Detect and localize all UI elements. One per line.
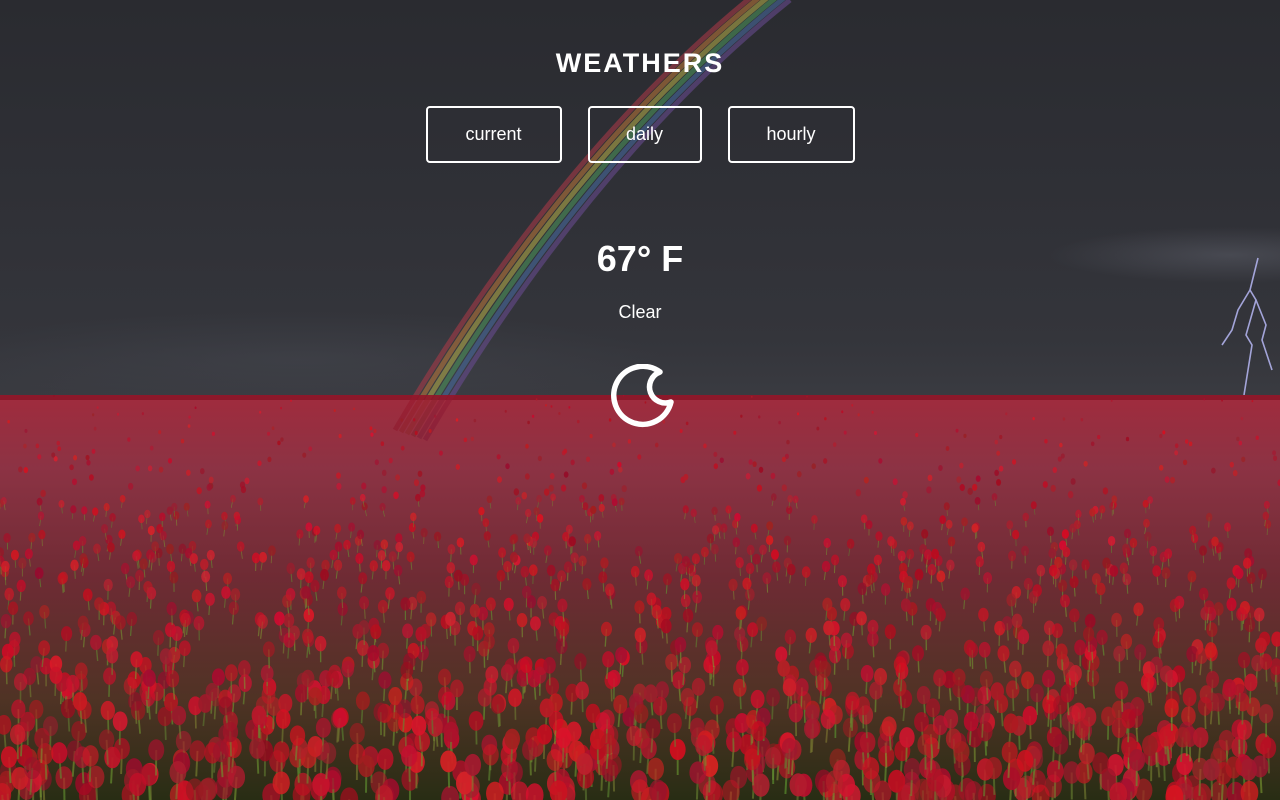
view-tabs: current daily hourly — [0, 106, 1280, 163]
tulip-field-texture — [0, 395, 1280, 800]
app-title: WEATHERS — [555, 48, 725, 78]
tab-current[interactable]: current — [425, 106, 562, 163]
weather-app: WEATHERS current daily hourly 67° F Clea… — [0, 0, 1280, 800]
weather-summary: Clear — [618, 302, 662, 322]
tab-daily[interactable]: daily — [587, 106, 702, 163]
temperature-value: 67° F — [596, 238, 684, 279]
tab-hourly[interactable]: hourly — [727, 106, 855, 163]
moon-icon — [611, 364, 674, 428]
